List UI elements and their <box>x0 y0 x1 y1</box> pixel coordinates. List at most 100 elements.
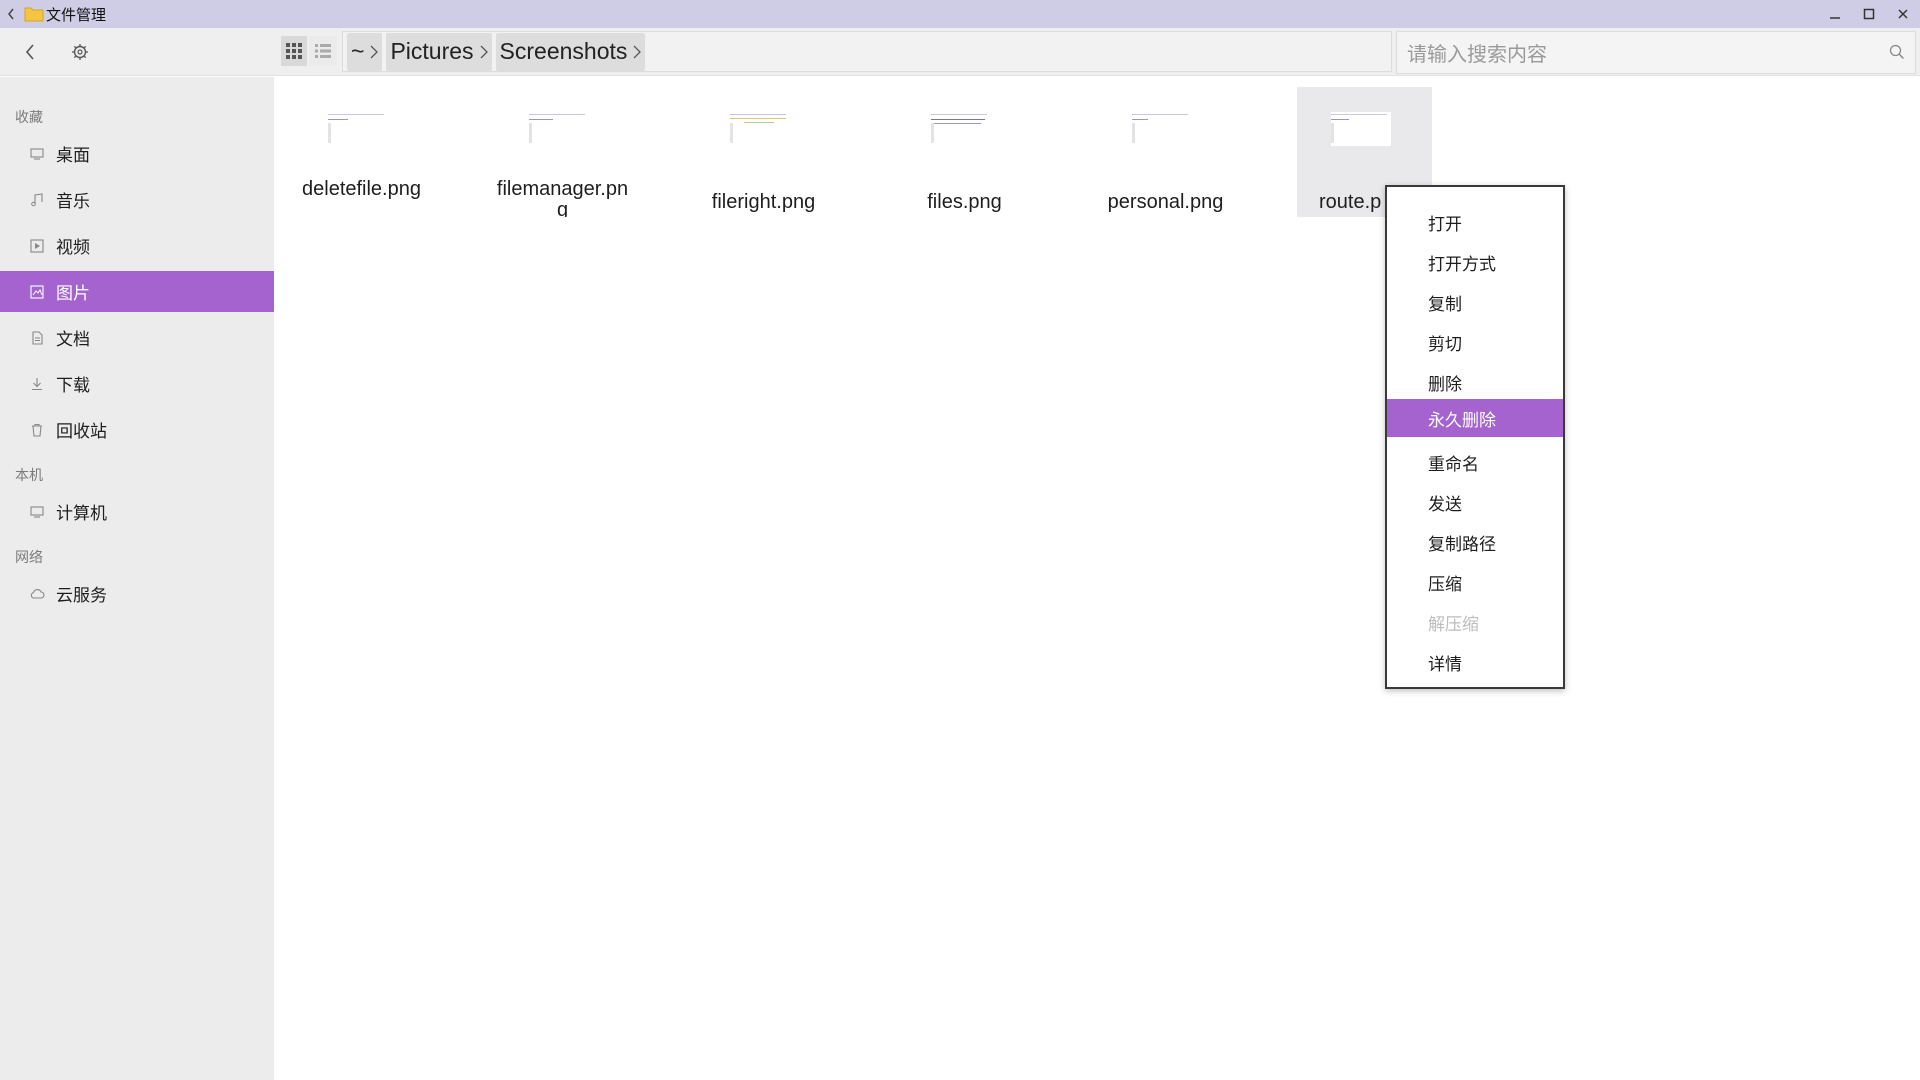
menu-item-label: 压缩 <box>1428 574 1462 595</box>
chevron-right-icon <box>633 45 642 59</box>
grid-view-button[interactable] <box>281 36 307 66</box>
sidebar-item-label: 视频 <box>56 238 90 258</box>
file-item[interactable]: files.png <box>897 87 1032 217</box>
menu-item-label: 详情 <box>1428 654 1462 675</box>
context-menu: 打开 打开方式 复制 剪切 删除 永久删除 重命名 发送 复制路径 压缩 解压缩… <box>1385 185 1565 689</box>
window-title: 文件管理 <box>46 5 107 24</box>
menu-item-cut[interactable]: 剪切 <box>1387 323 1563 361</box>
file-name: fileright.png <box>711 192 816 213</box>
list-view-button[interactable] <box>309 36 337 66</box>
section-header-favorites: 收藏 <box>15 110 43 126</box>
file-grid: deletefile.png filemanager.png fileright… <box>276 77 1920 1080</box>
grid-view-icon <box>286 43 302 59</box>
file-name: files.png <box>927 192 1002 213</box>
sidebar-item-label: 音乐 <box>56 192 90 212</box>
sidebar-item-music[interactable]: 音乐 <box>0 179 274 220</box>
section-header-network: 网络 <box>15 550 43 566</box>
sidebar-item-label: 计算机 <box>56 504 107 524</box>
breadcrumb-pictures[interactable]: Pictures <box>386 32 492 71</box>
sidebar-item-trash[interactable]: 回收站 <box>0 409 274 450</box>
sidebar-item-documents[interactable]: 文档 <box>0 317 274 358</box>
menu-item-label: 重命名 <box>1428 454 1479 475</box>
search-placeholder: 请输入搜索内容 <box>1407 42 1547 66</box>
menu-item-open-with[interactable]: 打开方式 <box>1387 243 1563 281</box>
section-header-this-computer: 本机 <box>15 468 43 484</box>
file-name: deletefile.png <box>302 179 421 200</box>
menu-item-delete[interactable]: 删除 <box>1387 363 1563 401</box>
download-icon <box>28 375 46 393</box>
chevron-right-icon <box>480 45 488 59</box>
cloud-icon <box>28 585 46 603</box>
sidebar-item-videos[interactable]: 视频 <box>0 225 274 266</box>
document-icon <box>28 329 46 347</box>
folder-icon <box>24 6 44 22</box>
menu-item-label: 删除 <box>1428 374 1462 395</box>
picture-icon <box>28 283 46 301</box>
breadcrumb-label: Screenshots <box>499 38 628 64</box>
menu-item-permanent-delete[interactable]: 永久删除 <box>1387 399 1563 437</box>
chevron-right-icon <box>370 45 379 59</box>
file-item[interactable]: deletefile.png <box>294 87 429 217</box>
menu-item-label: 发送 <box>1428 494 1462 515</box>
sidebar: 收藏 桌面 音乐 视频 图片 文档 下载 回收站 本机 计算机 网络 云服务 <box>0 77 274 1080</box>
title-bar: 文件管理 <box>0 0 1920 28</box>
breadcrumb-label: ~ <box>351 38 365 64</box>
menu-item-label: 剪切 <box>1428 334 1462 355</box>
search-input[interactable]: 请输入搜索内容 <box>1396 31 1916 74</box>
file-item[interactable]: fileright.png <box>696 87 831 217</box>
sidebar-item-label: 下载 <box>56 376 90 396</box>
menu-item-label: 永久删除 <box>1428 410 1496 431</box>
file-thumbnail <box>931 112 991 146</box>
sidebar-item-pictures[interactable]: 图片 <box>0 271 274 312</box>
settings-gear-icon[interactable] <box>66 38 94 66</box>
desktop-icon <box>28 145 46 163</box>
menu-item-rename[interactable]: 重命名 <box>1387 443 1563 481</box>
menu-item-label: 解压缩 <box>1428 614 1479 635</box>
menu-item-label: 打开方式 <box>1428 254 1496 275</box>
list-view-icon <box>315 44 331 58</box>
sidebar-item-label: 回收站 <box>56 422 107 442</box>
menu-item-open[interactable]: 打开 <box>1387 203 1563 241</box>
music-icon <box>28 191 46 209</box>
toolbar: ~ Pictures Screenshots 请输入搜索内容 <box>0 28 1920 76</box>
file-thumbnail <box>730 112 790 146</box>
menu-item-label: 复制 <box>1428 294 1462 315</box>
video-icon <box>28 237 46 255</box>
sidebar-item-label: 云服务 <box>56 586 107 606</box>
menu-item-compress[interactable]: 压缩 <box>1387 563 1563 601</box>
menu-item-extract: 解压缩 <box>1387 603 1563 641</box>
file-item[interactable]: filemanager.png <box>495 87 630 217</box>
file-thumbnail <box>1331 112 1391 146</box>
sidebar-item-desktop[interactable]: 桌面 <box>0 133 274 174</box>
search-icon[interactable] <box>1889 44 1905 64</box>
file-name: personal.png <box>1107 192 1224 213</box>
file-thumbnail <box>1132 112 1192 146</box>
close-button[interactable] <box>1886 0 1920 28</box>
menu-item-send[interactable]: 发送 <box>1387 483 1563 521</box>
title-back-icon[interactable] <box>0 0 22 28</box>
maximize-button[interactable] <box>1852 0 1886 28</box>
file-thumbnail <box>328 112 388 146</box>
menu-item-label: 复制路径 <box>1428 534 1496 555</box>
breadcrumb-home[interactable]: ~ <box>347 32 383 71</box>
minimize-button[interactable] <box>1818 0 1852 28</box>
file-item[interactable]: personal.png <box>1098 87 1233 217</box>
menu-item-label: 打开 <box>1428 214 1462 235</box>
breadcrumb-screenshots[interactable]: Screenshots <box>495 32 646 71</box>
menu-item-details[interactable]: 详情 <box>1387 643 1563 681</box>
file-name: filemanager.png <box>496 179 629 217</box>
breadcrumb: ~ Pictures Screenshots <box>342 31 1392 72</box>
sidebar-item-cloud[interactable]: 云服务 <box>0 573 274 614</box>
computer-icon <box>28 503 46 521</box>
menu-item-copy[interactable]: 复制 <box>1387 283 1563 321</box>
sidebar-item-label: 图片 <box>56 284 90 304</box>
breadcrumb-label: Pictures <box>390 38 474 64</box>
sidebar-item-label: 桌面 <box>56 146 90 166</box>
trash-icon <box>28 421 46 439</box>
sidebar-item-downloads[interactable]: 下载 <box>0 363 274 404</box>
menu-item-copy-path[interactable]: 复制路径 <box>1387 523 1563 561</box>
back-button[interactable] <box>16 38 44 66</box>
sidebar-item-label: 文档 <box>56 330 90 350</box>
file-thumbnail <box>529 112 589 146</box>
sidebar-item-computer[interactable]: 计算机 <box>0 491 274 532</box>
